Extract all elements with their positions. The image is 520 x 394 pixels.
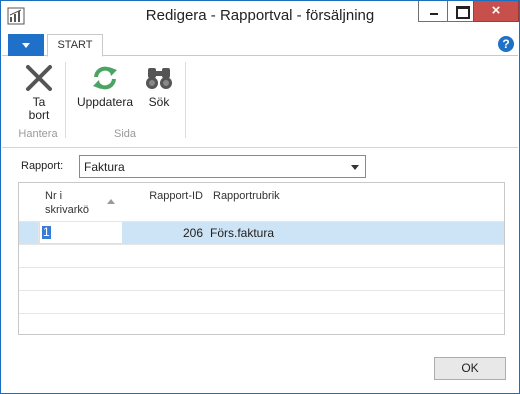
- cell-nr[interactable]: 1: [40, 222, 122, 243]
- delete-x-icon: [26, 65, 52, 91]
- rapport-value: Faktura: [84, 160, 125, 174]
- ribbon-separator: [185, 62, 186, 138]
- search-label: Sök: [148, 95, 170, 109]
- file-menu-button[interactable]: [8, 34, 44, 56]
- column-header-nr[interactable]: Nr i skrivarkö: [45, 189, 105, 217]
- sort-ascending-icon: [107, 199, 115, 204]
- refresh-label: Uppdatera: [76, 95, 134, 109]
- cell-rapportrubrik: Förs.faktura: [210, 226, 275, 240]
- close-button[interactable]: ×: [473, 1, 519, 22]
- group-label-sida: Sida: [113, 128, 137, 140]
- group-label-hantera: Hantera: [18, 128, 58, 140]
- cell-rapport-id: 206: [182, 226, 203, 240]
- maximize-button[interactable]: [447, 1, 474, 22]
- ok-button[interactable]: OK: [434, 357, 506, 380]
- search-button[interactable]: Sök: [142, 64, 176, 109]
- delete-button[interactable]: Ta bort: [20, 64, 58, 122]
- column-header-nr-line1: Nr i: [45, 190, 63, 202]
- column-header-nr-line2: skrivarkö: [45, 204, 90, 216]
- dialog-window: Redigera - Rapportval - försäljning × ST…: [0, 0, 520, 394]
- table-row-empty: [19, 267, 504, 290]
- table-row[interactable]: 1 206 Förs.faktura: [19, 221, 504, 244]
- ribbon-separator: [65, 62, 66, 138]
- help-icon[interactable]: ?: [498, 36, 514, 52]
- column-header-rapport-id[interactable]: Rapport-ID: [123, 189, 203, 203]
- rapport-dropdown[interactable]: Faktura: [79, 155, 366, 178]
- report-grid: Nr i skrivarkö Rapport-ID Rapportrubrik …: [18, 182, 505, 335]
- grid-header: Nr i skrivarkö Rapport-ID Rapportrubrik: [19, 183, 504, 222]
- rapport-label: Rapport:: [21, 160, 64, 172]
- delete-label-line2: bort: [28, 108, 50, 122]
- table-row-empty: [19, 244, 504, 267]
- minimize-button[interactable]: [418, 1, 448, 22]
- binoculars-icon: [146, 68, 172, 89]
- refresh-icon: [93, 66, 117, 90]
- table-row-empty: [19, 313, 504, 334]
- column-header-rapportrubrik[interactable]: Rapportrubrik: [213, 189, 280, 203]
- title-bar: Redigera - Rapportval - försäljning ×: [1, 1, 519, 31]
- cell-nr-value[interactable]: 1: [42, 226, 51, 239]
- row-selector[interactable]: [19, 222, 39, 244]
- ribbon: Ta bort Uppdatera Sök Hantera Sida: [2, 56, 518, 148]
- tab-start[interactable]: START: [47, 34, 103, 57]
- close-icon: ×: [491, 2, 501, 19]
- ribbon-tab-bar: START ?: [2, 34, 518, 57]
- table-row-empty: [19, 290, 504, 313]
- chevron-down-icon[interactable]: [351, 165, 359, 170]
- refresh-button[interactable]: Uppdatera: [74, 64, 136, 109]
